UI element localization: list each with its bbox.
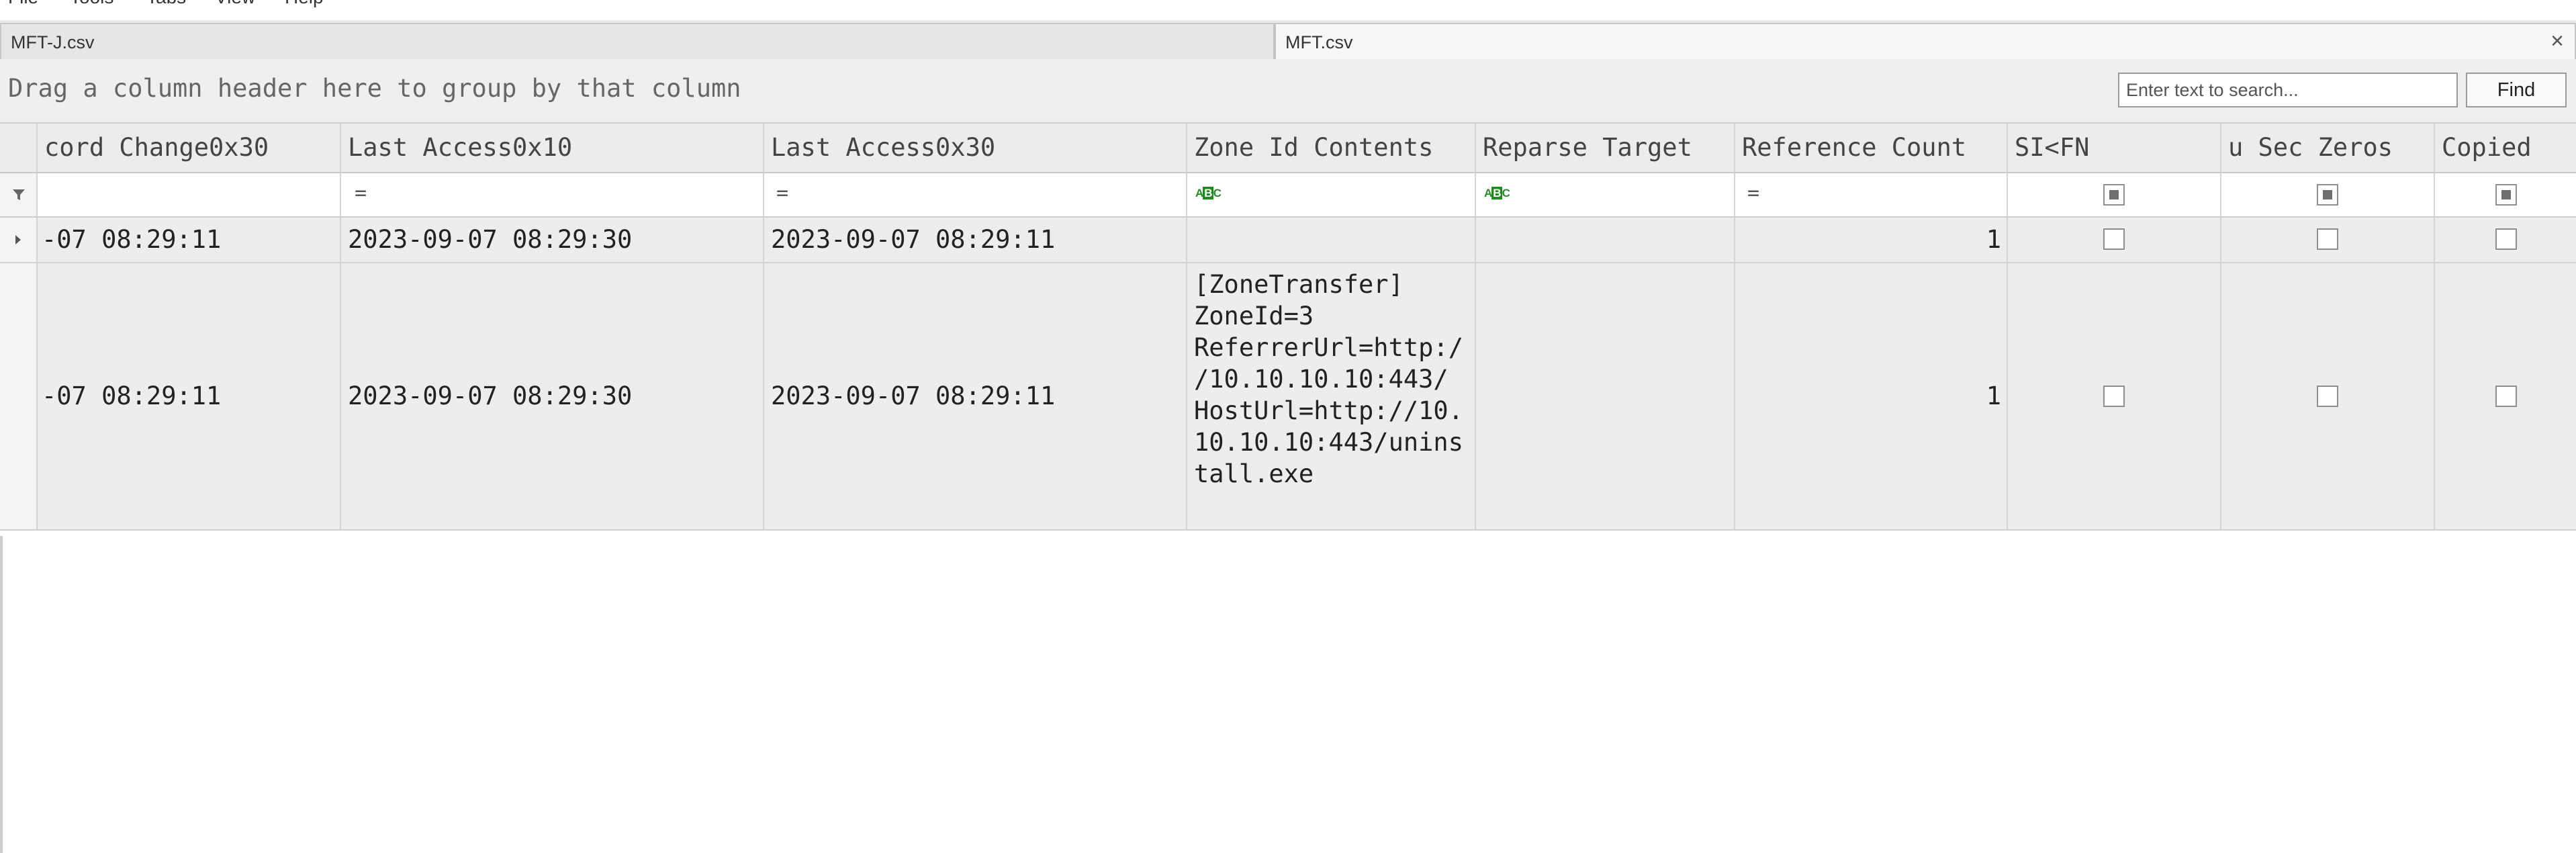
cell-zone-id-contents — [1187, 218, 1476, 262]
column-header-last-access-0x10[interactable]: Last Access0x10 — [341, 124, 764, 172]
cell-copied — [2435, 218, 2576, 262]
table-row[interactable]: -07 08:29:11 2023-09-07 08:29:30 2023-09… — [0, 218, 2576, 263]
column-header-record-change[interactable]: cord Change0x30 — [38, 124, 341, 172]
cell-last-access-0x30: 2023-09-07 08:29:11 — [764, 263, 1187, 529]
filter-cell-u-sec-zeros[interactable] — [2221, 173, 2435, 216]
checkbox[interactable] — [2103, 386, 2125, 407]
cell-u-sec-zeros — [2221, 218, 2435, 262]
zone-id-line: ReferrerUrl=http:/ — [1194, 333, 1463, 362]
cell-last-access-0x30: 2023-09-07 08:29:11 — [764, 218, 1187, 262]
filter-cell-si-fn[interactable] — [2008, 173, 2221, 216]
column-header-reference-count[interactable]: Reference Count — [1735, 124, 2008, 172]
column-header-reparse-target[interactable]: Reparse Target — [1476, 124, 1735, 172]
cell-reference-count: 1 — [1735, 263, 2008, 529]
checkbox[interactable] — [2495, 228, 2517, 250]
group-hint: Drag a column header here to group by th… — [8, 74, 741, 103]
menu-tools[interactable]: Tools — [70, 0, 113, 8]
filter-indicator-cell — [0, 173, 38, 216]
text-filter-icon: ABC — [1195, 187, 1222, 199]
checkbox[interactable] — [2317, 228, 2338, 250]
filter-cell-zone-id-contents[interactable]: ABC — [1187, 173, 1476, 216]
cell-reparse-target — [1476, 263, 1735, 529]
row-indicator[interactable] — [0, 263, 38, 529]
zone-id-line: /10.10.10.10:443/ — [1194, 365, 1448, 394]
menu-tabs[interactable]: Tabs — [146, 0, 186, 8]
checkbox[interactable] — [2103, 228, 2125, 250]
data-grid: cord Change0x30 Last Access0x10 Last Acc… — [0, 124, 2576, 853]
filter-row: = = ABC ABC = — [0, 173, 2576, 218]
filter-cell-reference-count[interactable]: = — [1735, 173, 2008, 216]
expand-arrow-icon[interactable] — [13, 234, 23, 246]
cell-zone-id-contents: [ZoneTransfer] ZoneId=3 ReferrerUrl=http… — [1187, 263, 1476, 529]
column-header-last-access-0x30[interactable]: Last Access0x30 — [764, 124, 1187, 172]
zone-id-line: 10.10.10:443/unins — [1194, 428, 1463, 457]
cell-last-access-0x10: 2023-09-07 08:29:30 — [341, 218, 764, 262]
filter-cell-reparse-target[interactable]: ABC — [1476, 173, 1735, 216]
header-indicator-cell — [0, 124, 38, 172]
column-header-copied[interactable]: Copied — [2435, 124, 2576, 172]
equals-filter-icon: = — [1747, 181, 1760, 205]
find-button[interactable]: Find — [2466, 73, 2567, 107]
grid-left-border — [0, 536, 3, 853]
table-row[interactable]: -07 08:29:11 2023-09-07 08:29:30 2023-09… — [0, 263, 2576, 531]
cell-si-fn — [2008, 218, 2221, 262]
row-indicator[interactable] — [0, 218, 38, 262]
filter-checkbox-indeterminate[interactable] — [2495, 184, 2517, 206]
text-filter-icon: ABC — [1484, 187, 1510, 199]
cell-reference-count: 1 — [1735, 218, 2008, 262]
cell-copied — [2435, 263, 2576, 529]
tab-label: MFT.csv — [1285, 32, 1353, 52]
zone-id-line: tall.exe — [1194, 459, 1314, 488]
column-header-si-fn[interactable]: SI<FN — [2008, 124, 2221, 172]
menu-view[interactable]: View — [215, 0, 255, 8]
filter-icon — [13, 189, 25, 200]
cell-si-fn — [2008, 263, 2221, 529]
filter-cell-copied[interactable] — [2435, 173, 2576, 216]
filter-checkbox-indeterminate[interactable] — [2103, 184, 2125, 206]
filter-checkbox-indeterminate[interactable] — [2317, 184, 2338, 206]
tab-mft-j[interactable]: MFT-J.csv — [0, 23, 1275, 59]
checkbox[interactable] — [2317, 386, 2338, 407]
zone-id-line: ZoneId=3 — [1194, 302, 1314, 330]
column-header-row: cord Change0x30 Last Access0x10 Last Acc… — [0, 124, 2576, 173]
close-icon[interactable]: × — [2550, 24, 2564, 58]
tab-label: MFT-J.csv — [11, 32, 95, 52]
filter-cell-last-access-0x10[interactable]: = — [341, 173, 764, 216]
cell-last-access-0x10: 2023-09-07 08:29:30 — [341, 263, 764, 529]
group-panel: Drag a column header here to group by th… — [0, 59, 2576, 124]
cell-reparse-target — [1476, 218, 1735, 262]
zone-id-line: HostUrl=http://10. — [1194, 396, 1463, 425]
checkbox[interactable] — [2495, 386, 2517, 407]
column-header-zone-id-contents[interactable]: Zone Id Contents — [1187, 124, 1476, 172]
filter-cell-record-change[interactable] — [38, 173, 341, 216]
menu-bar: File Tools Tabs View Help — [0, 0, 2576, 20]
filter-cell-last-access-0x30[interactable]: = — [764, 173, 1187, 216]
column-header-u-sec-zeros[interactable]: u Sec Zeros — [2221, 124, 2435, 172]
search-input[interactable] — [2118, 73, 2458, 107]
menu-file[interactable]: File — [8, 0, 38, 8]
equals-filter-icon: = — [355, 181, 367, 205]
equals-filter-icon: = — [776, 181, 789, 205]
cell-record-change: -07 08:29:11 — [38, 263, 341, 529]
tab-mft[interactable]: MFT.csv × — [1275, 23, 2576, 59]
zone-id-line: [ZoneTransfer] — [1194, 270, 1404, 299]
cell-record-change: -07 08:29:11 — [38, 218, 341, 262]
cell-u-sec-zeros — [2221, 263, 2435, 529]
menu-help[interactable]: Help — [285, 0, 324, 8]
